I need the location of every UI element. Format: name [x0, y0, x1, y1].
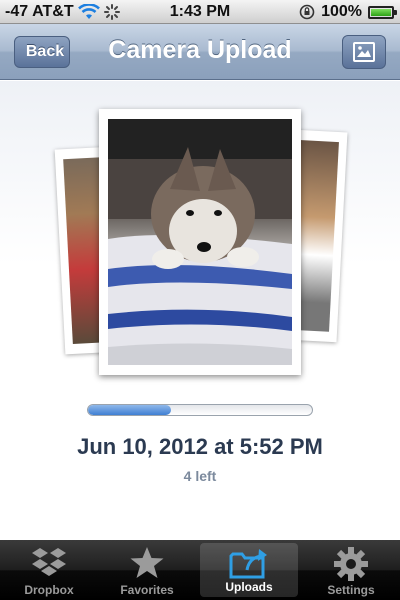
- tab-label: Settings: [327, 583, 375, 597]
- photo-icon: [353, 42, 375, 62]
- upload-progress-fill: [88, 405, 171, 415]
- tab-label: Dropbox: [24, 583, 74, 597]
- upload-photo-date: Jun 10, 2012 at 5:52 PM: [77, 434, 323, 459]
- dog-photo: [108, 119, 292, 365]
- dropbox-icon: [32, 548, 66, 576]
- uploads-remaining: 4 left: [183, 468, 217, 484]
- tab-label: Uploads: [225, 580, 273, 594]
- uploads-folder-icon: [229, 549, 267, 579]
- navigation-bar: Back Camera Upload: [0, 24, 400, 80]
- photo-library-button[interactable]: [342, 35, 386, 69]
- upload-progress-bar: [87, 404, 313, 416]
- battery-percent: 100%: [321, 3, 362, 20]
- tab-label: Favorites: [120, 583, 174, 597]
- tab-uploads[interactable]: Uploads: [200, 543, 298, 597]
- tab-dropbox[interactable]: Dropbox: [0, 540, 98, 600]
- tab-bar: Dropbox Favorites Uploads Settings: [0, 540, 400, 600]
- star-icon: [130, 547, 164, 578]
- upload-content: Jun 10, 2012 at 5:52 PM 4 left: [0, 81, 400, 540]
- status-bar: -47 AT&T 1:43 PM 100%: [0, 0, 400, 24]
- current-upload-photo: [99, 109, 301, 375]
- page-title: Camera Upload: [108, 36, 292, 64]
- status-right: 100%: [299, 3, 397, 21]
- gear-icon: [334, 547, 368, 581]
- photo-stack: [0, 81, 400, 381]
- battery-icon: [368, 5, 397, 19]
- rotation-lock-icon: [299, 4, 315, 20]
- tab-favorites[interactable]: Favorites: [98, 540, 196, 600]
- tab-settings[interactable]: Settings: [302, 540, 400, 600]
